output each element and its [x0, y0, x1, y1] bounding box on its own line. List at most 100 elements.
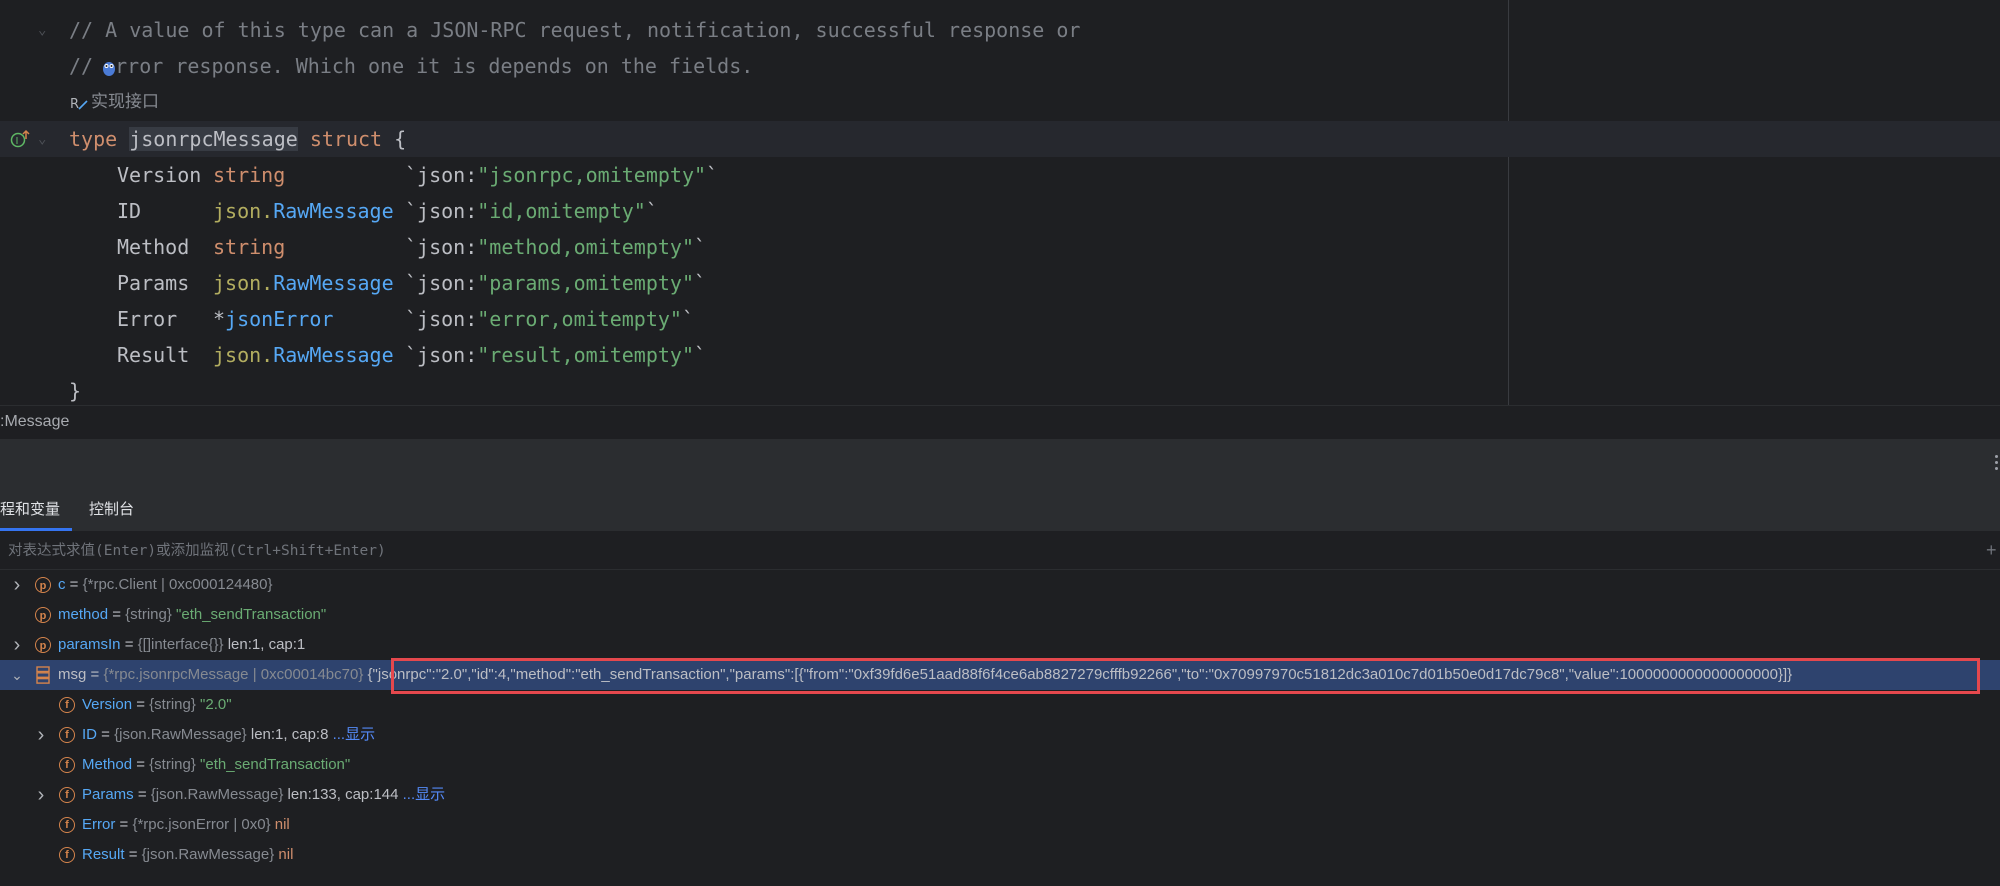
variable-row-method[interactable]: f Method = {string} "eth_sendTransaction" — [0, 750, 2000, 780]
equals-sign: = — [115, 816, 133, 833]
field-type-name: RawMessage — [273, 199, 394, 223]
expand-chevron-icon[interactable]: › — [34, 720, 48, 750]
variable-type: {string} — [125, 606, 177, 623]
code-line-field-version[interactable]: Version string `json:"jsonrpc,omitempty"` — [0, 157, 2000, 193]
variable-name: msg — [58, 666, 87, 683]
variable-row-version[interactable]: f Version = {string} "2.0" — [0, 690, 2000, 720]
field-struct-tag: `json:"params,omitempty"` — [405, 265, 706, 301]
variable-type: {string} — [149, 756, 201, 773]
keyword-type: type — [69, 127, 118, 151]
field-name: Method — [117, 235, 190, 259]
more-options-icon[interactable] — [1994, 453, 2000, 475]
variable-type: {*rpc.jsonrpcMessage | 0xc00014bc70} — [103, 666, 364, 683]
evaluate-expression-input[interactable] — [6, 536, 1970, 566]
expand-chevron-icon[interactable]: › — [34, 780, 48, 810]
struct-name[interactable]: jsonrpcMessage — [129, 127, 298, 151]
code-line-comment-2[interactable]: // rror response. Which one it is depend… — [0, 48, 2000, 84]
code-line-field-id[interactable]: ID json.RawMessage `json:"id,omitempty"` — [0, 193, 2000, 229]
tag-end: ` — [645, 199, 658, 223]
variable-row-id[interactable]: › f ID = {json.RawMessage} len:1, cap:8 ..… — [0, 720, 2000, 750]
add-watch-icon[interactable]: + — [1986, 540, 2000, 560]
variable-name: Version — [82, 696, 133, 713]
variable-value: nil — [278, 846, 294, 863]
equals-sign: = — [108, 606, 126, 623]
variable-text: Result = {json.RawMessage} nil — [82, 840, 293, 870]
tag-key: `json: — [405, 343, 478, 367]
field-struct-tag: `json:"jsonrpc,omitempty"` — [405, 157, 718, 193]
variable-text: paramsIn = {[]interface{}} len:1, cap:1 — [58, 630, 305, 660]
tag-end: ` — [694, 235, 707, 259]
variable-type: {json.RawMessage} — [114, 726, 251, 743]
tag-key: `json: — [405, 235, 478, 259]
code-line-close-brace[interactable]: } — [0, 373, 2000, 405]
variable-type: {json.RawMessage} — [141, 846, 279, 863]
svg-text:I: I — [16, 136, 19, 147]
tab-console[interactable]: 控制台 — [89, 488, 137, 531]
field-icon: f — [59, 757, 75, 773]
code-line-field-method[interactable]: Method string `json:"method,omitempty"` — [0, 229, 2000, 265]
fold-marker[interactable]: ⌄ — [38, 121, 52, 157]
expand-chevron-icon[interactable]: › — [10, 570, 24, 600]
tag-value: "result,omitempty" — [477, 343, 694, 367]
show-more-link[interactable]: ...显示 — [333, 726, 376, 743]
breadcrumb-item[interactable]: :Message — [0, 406, 69, 438]
field-type-name: RawMessage — [273, 271, 394, 295]
field-type: json.RawMessage — [213, 193, 394, 229]
field-type-name: RawMessage — [273, 343, 394, 367]
variable-text: c = {*rpc.Client | 0xc000124480} — [58, 570, 272, 600]
field-name: Version — [117, 163, 202, 187]
field-type-name: string — [213, 163, 286, 187]
variable-value: "eth_sendTransaction" — [176, 606, 327, 623]
fold-marker[interactable]: ⌄ — [38, 12, 52, 48]
breadcrumb[interactable]: :Message — [0, 405, 2000, 438]
variable-name: paramsIn — [58, 636, 121, 653]
implementations-hint[interactable]: R 实现接口 — [69, 88, 159, 116]
comment-text-2: // rror response. Which one it is depend… — [69, 48, 753, 84]
variable-type: {*rpc.jsonError | 0x0} — [132, 816, 275, 833]
collapse-chevron-icon[interactable]: ⌄ — [10, 660, 24, 690]
code-line-field-result[interactable]: Result json.RawMessage `json:"result,omite… — [0, 337, 2000, 373]
implemented-interface-icon[interactable]: I — [10, 129, 30, 149]
show-more-link[interactable]: ...显示 — [403, 786, 446, 803]
equals-sign: = — [132, 756, 150, 773]
variable-text: Params = {json.RawMessage} len:133, cap:… — [82, 780, 445, 810]
code-line-field-error[interactable]: Error *jsonError `json:"error,omitempty"` — [0, 301, 2000, 337]
tag-value: "error,omitempty" — [477, 307, 682, 331]
code-editor[interactable]: ⌄ // A value of this type can a JSON-RPC… — [0, 0, 2000, 405]
variable-text: Error = {*rpc.jsonError | 0x0} nil — [82, 810, 290, 840]
variable-text: msg = {*rpc.jsonrpcMessage | 0xc00014bc7… — [58, 660, 1792, 690]
tag-key: `json: — [405, 199, 478, 223]
field-struct-tag: `json:"result,omitempty"` — [405, 337, 706, 373]
equals-sign: = — [120, 636, 138, 653]
variable-row-result[interactable]: f Result = {json.RawMessage} nil — [0, 840, 2000, 870]
variable-row-c[interactable]: › p c = {*rpc.Client | 0xc000124480} — [0, 570, 2000, 600]
code-line-struct-decl[interactable]: I ⌄ type jsonrpcMessage struct { — [0, 121, 2000, 157]
code-line-field-params[interactable]: Params json.RawMessage `json:"params,omite… — [0, 265, 2000, 301]
variable-name: Params — [82, 786, 134, 803]
variable-name: Result — [82, 846, 125, 863]
field-name: ID — [117, 199, 142, 223]
equals-sign: = — [132, 696, 150, 713]
variable-row-method[interactable]: p method = {string} "eth_sendTransaction" — [0, 600, 2000, 630]
parameter-icon: p — [35, 577, 51, 593]
variable-name: method — [58, 606, 109, 623]
expand-chevron-icon[interactable]: › — [10, 630, 24, 660]
variable-row-msg[interactable]: ⌄ msg = {*rpc.jsonrpcMessage | 0xc00014bc… — [0, 660, 2000, 690]
field-type: *jsonError — [213, 301, 333, 337]
code-line-comment-1[interactable]: ⌄ // A value of this type can a JSON-RPC… — [0, 12, 2000, 48]
variable-row-params[interactable]: › f Params = {json.RawMessage} len:133, ca… — [0, 780, 2000, 810]
field-type: json.RawMessage — [213, 265, 394, 301]
variable-type: {json.RawMessage} — [150, 786, 288, 803]
variable-name: Method — [82, 756, 133, 773]
field-type-name: jsonError — [225, 307, 334, 331]
tab-threads-variables[interactable]: 程和变量 — [0, 488, 72, 531]
variable-row-error[interactable]: f Error = {*rpc.jsonError | 0x0} nil — [0, 810, 2000, 840]
field-struct-tag: `json:"id,omitempty"` — [405, 193, 658, 229]
field-name: Result — [117, 343, 190, 367]
variable-row-paramsin[interactable]: › p paramsIn = {[]interface{}} len:1, cap:… — [0, 630, 2000, 660]
comment-suffix: rror response. Which one it is depends o… — [115, 54, 754, 78]
variable-value: "eth_sendTransaction" — [200, 756, 351, 773]
field-icon: f — [59, 817, 75, 833]
variable-name: Error — [82, 816, 116, 833]
variable-type: {*rpc.Client | 0xc000124480} — [82, 576, 273, 593]
